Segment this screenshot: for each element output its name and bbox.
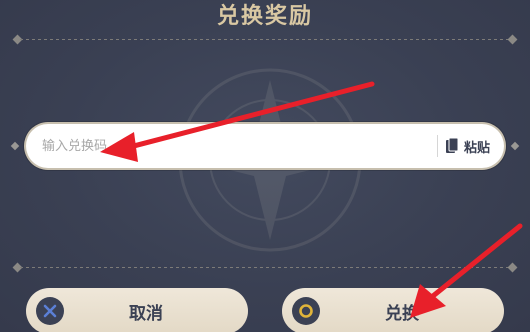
redeem-label: 兑换 <box>385 303 419 324</box>
paste-label: 粘贴 <box>463 140 490 156</box>
top-divider <box>12 34 518 45</box>
left-cap-ornament <box>10 141 20 151</box>
redeem-input-row: 粘贴 <box>10 118 520 174</box>
o-circle-icon <box>292 297 320 325</box>
redeem-code-input[interactable] <box>26 123 437 169</box>
redeem-input-box: 粘贴 <box>26 123 504 169</box>
cancel-button[interactable]: 取消 <box>26 288 248 332</box>
clipboard-icon <box>445 138 458 153</box>
right-cap-ornament <box>510 141 520 151</box>
paste-button[interactable]: 粘贴 <box>438 137 504 156</box>
x-circle-icon <box>36 297 64 325</box>
bottom-divider <box>12 262 518 273</box>
redeem-button[interactable]: 兑换 <box>282 288 504 332</box>
cancel-label: 取消 <box>129 303 163 324</box>
redeem-dialog: 兑换奖励 粘贴 取消 <box>0 0 530 332</box>
dialog-title: 兑换奖励 <box>216 4 313 29</box>
